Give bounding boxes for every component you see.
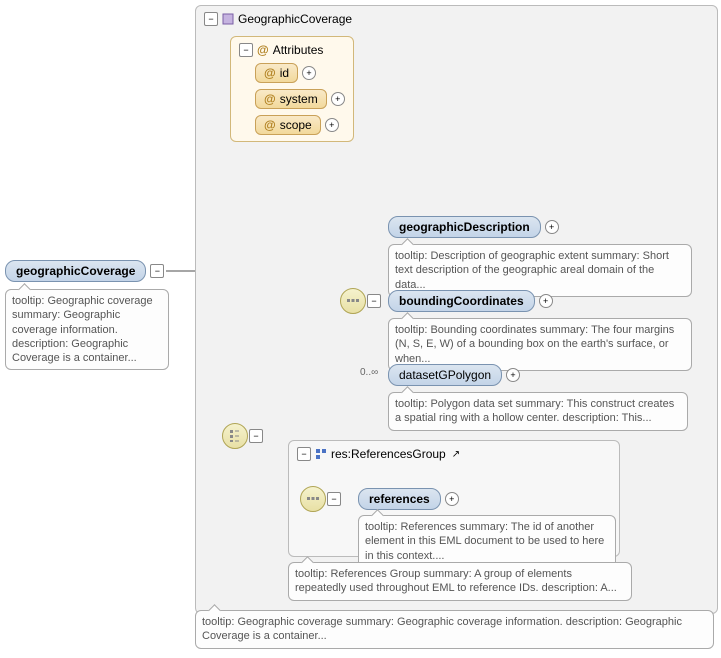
element-geographic-description[interactable]: geographicDescription + [388,216,559,238]
dataset-gpolygon-tooltip: tooltip: Polygon data set summary: This … [388,392,688,431]
element-bounding-coordinates[interactable]: boundingCoordinates + [388,290,553,312]
sequence-compositor-icon [340,288,366,314]
tooltip-text: tooltip: Geographic coverage summary: Ge… [202,616,682,642]
attributes-panel: − @ Attributes @id + @system + @scope + [230,36,354,142]
expand-icon[interactable]: + [506,368,520,382]
collapse-icon[interactable]: − [297,447,311,461]
attribute-scope[interactable]: @scope [255,115,321,135]
tooltip-text: tooltip: References summary: The id of a… [365,521,604,562]
bounding-coordinates-tooltip: tooltip: Bounding coordinates summary: T… [388,318,692,371]
choice-compositor-icon [222,423,248,449]
type-name-label: GeographicCoverage [238,12,352,26]
expand-icon[interactable]: + [302,66,316,80]
root-tooltip-text: tooltip: Geographic coverage summary: Ge… [12,295,153,364]
tooltip-text: tooltip: References Group summary: A gro… [295,568,617,594]
attributes-label: Attributes [273,43,324,57]
collapse-icon[interactable]: − [239,43,253,57]
tooltip-text: tooltip: Description of geographic exten… [395,250,669,291]
root-tooltip: tooltip: Geographic coverage summary: Ge… [5,289,169,370]
collapse-icon[interactable]: − [204,12,218,26]
element-label: references [358,488,441,510]
references-group-label: res:ReferencesGroup [331,447,446,461]
attribute-system[interactable]: @system [255,89,327,109]
expand-icon[interactable]: + [545,220,559,234]
cardinality-label: 0..∞ [360,367,378,378]
expand-icon[interactable]: + [445,492,459,506]
collapse-icon[interactable]: − [249,429,263,443]
sequence-compositor-icon [300,486,326,512]
collapse-icon[interactable]: − [327,492,341,506]
root-element-label: geographicCoverage [5,260,146,282]
attribute-id[interactable]: @id [255,63,298,83]
root-element[interactable]: geographicCoverage − [5,260,164,282]
attribute-icon: @ [257,43,269,57]
tooltip-text: tooltip: Bounding coordinates summary: T… [395,324,674,365]
tooltip-text: tooltip: Polygon data set summary: This … [395,398,674,424]
element-dataset-gpolygon[interactable]: datasetGPolygon + [388,364,520,386]
element-label: datasetGPolygon [388,364,502,386]
collapse-icon[interactable]: − [150,264,164,278]
group-icon [315,448,327,460]
references-tooltip: tooltip: References summary: The id of a… [358,515,616,568]
expand-icon[interactable]: + [539,294,553,308]
element-references[interactable]: references + [358,488,459,510]
element-label: geographicDescription [388,216,541,238]
references-group-tooltip: tooltip: References Group summary: A gro… [288,562,632,601]
expand-icon[interactable]: + [325,118,339,132]
collapse-icon[interactable]: − [367,294,381,308]
complex-type-icon [222,13,234,25]
expand-icon[interactable]: + [331,92,345,106]
element-label: boundingCoordinates [388,290,535,312]
external-ref-icon: ↗ [452,449,460,460]
geographic-description-tooltip: tooltip: Description of geographic exten… [388,244,692,297]
type-tooltip: tooltip: Geographic coverage summary: Ge… [195,610,714,649]
type-panel-header: − GeographicCoverage [204,12,709,26]
